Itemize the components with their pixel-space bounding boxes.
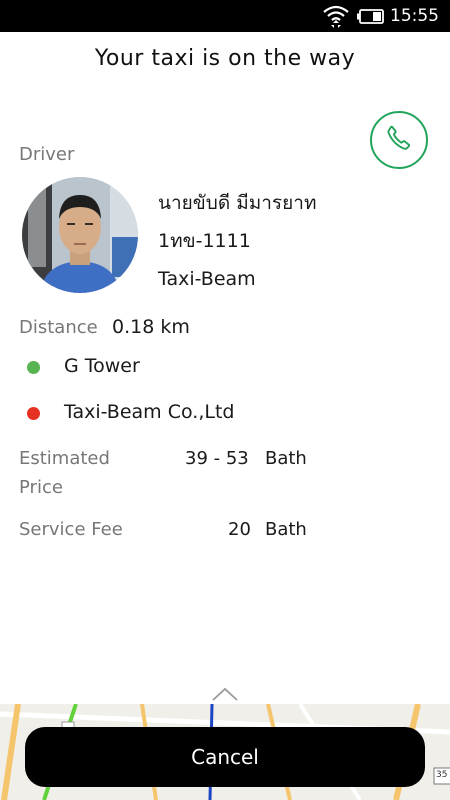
driver-name: นายขับดี มีมารยาท <box>158 192 317 214</box>
page-title: Your taxi is on the way <box>94 46 356 71</box>
map-road-number: 35 <box>436 770 448 780</box>
distance-label: Distance <box>19 317 98 338</box>
taxi-company: Taxi-Beam <box>158 268 256 290</box>
service-fee-unit: Bath <box>265 519 307 540</box>
license-plate: 1ทข-1111 <box>158 230 251 252</box>
destination-dot-icon <box>27 407 40 420</box>
pickup-dot-icon <box>27 361 40 374</box>
status-time: 15:55 <box>390 6 439 26</box>
call-driver-button[interactable] <box>370 111 428 169</box>
wifi-icon <box>322 3 350 33</box>
cancel-button[interactable]: Cancel <box>25 727 425 787</box>
estimated-price-label-line1: Estimated <box>19 448 110 469</box>
service-fee-label: Service Fee <box>19 519 123 540</box>
distance-value: 0.18 km <box>112 316 190 338</box>
estimated-price-label-line2: Price <box>19 477 63 498</box>
status-bar: 15:55 <box>0 0 450 32</box>
estimated-price-unit: Bath <box>265 448 307 469</box>
chevron-up-icon[interactable] <box>211 686 239 706</box>
driver-label: Driver <box>19 144 75 165</box>
pickup-location: G Tower <box>64 355 140 377</box>
destination-location: Taxi-Beam Co.,Ltd <box>64 401 235 423</box>
estimated-price-value: 39 - 53 <box>185 448 249 469</box>
service-fee-value: 20 <box>228 519 251 540</box>
phone-icon <box>384 123 414 157</box>
battery-icon <box>357 9 385 28</box>
driver-avatar <box>22 177 138 293</box>
